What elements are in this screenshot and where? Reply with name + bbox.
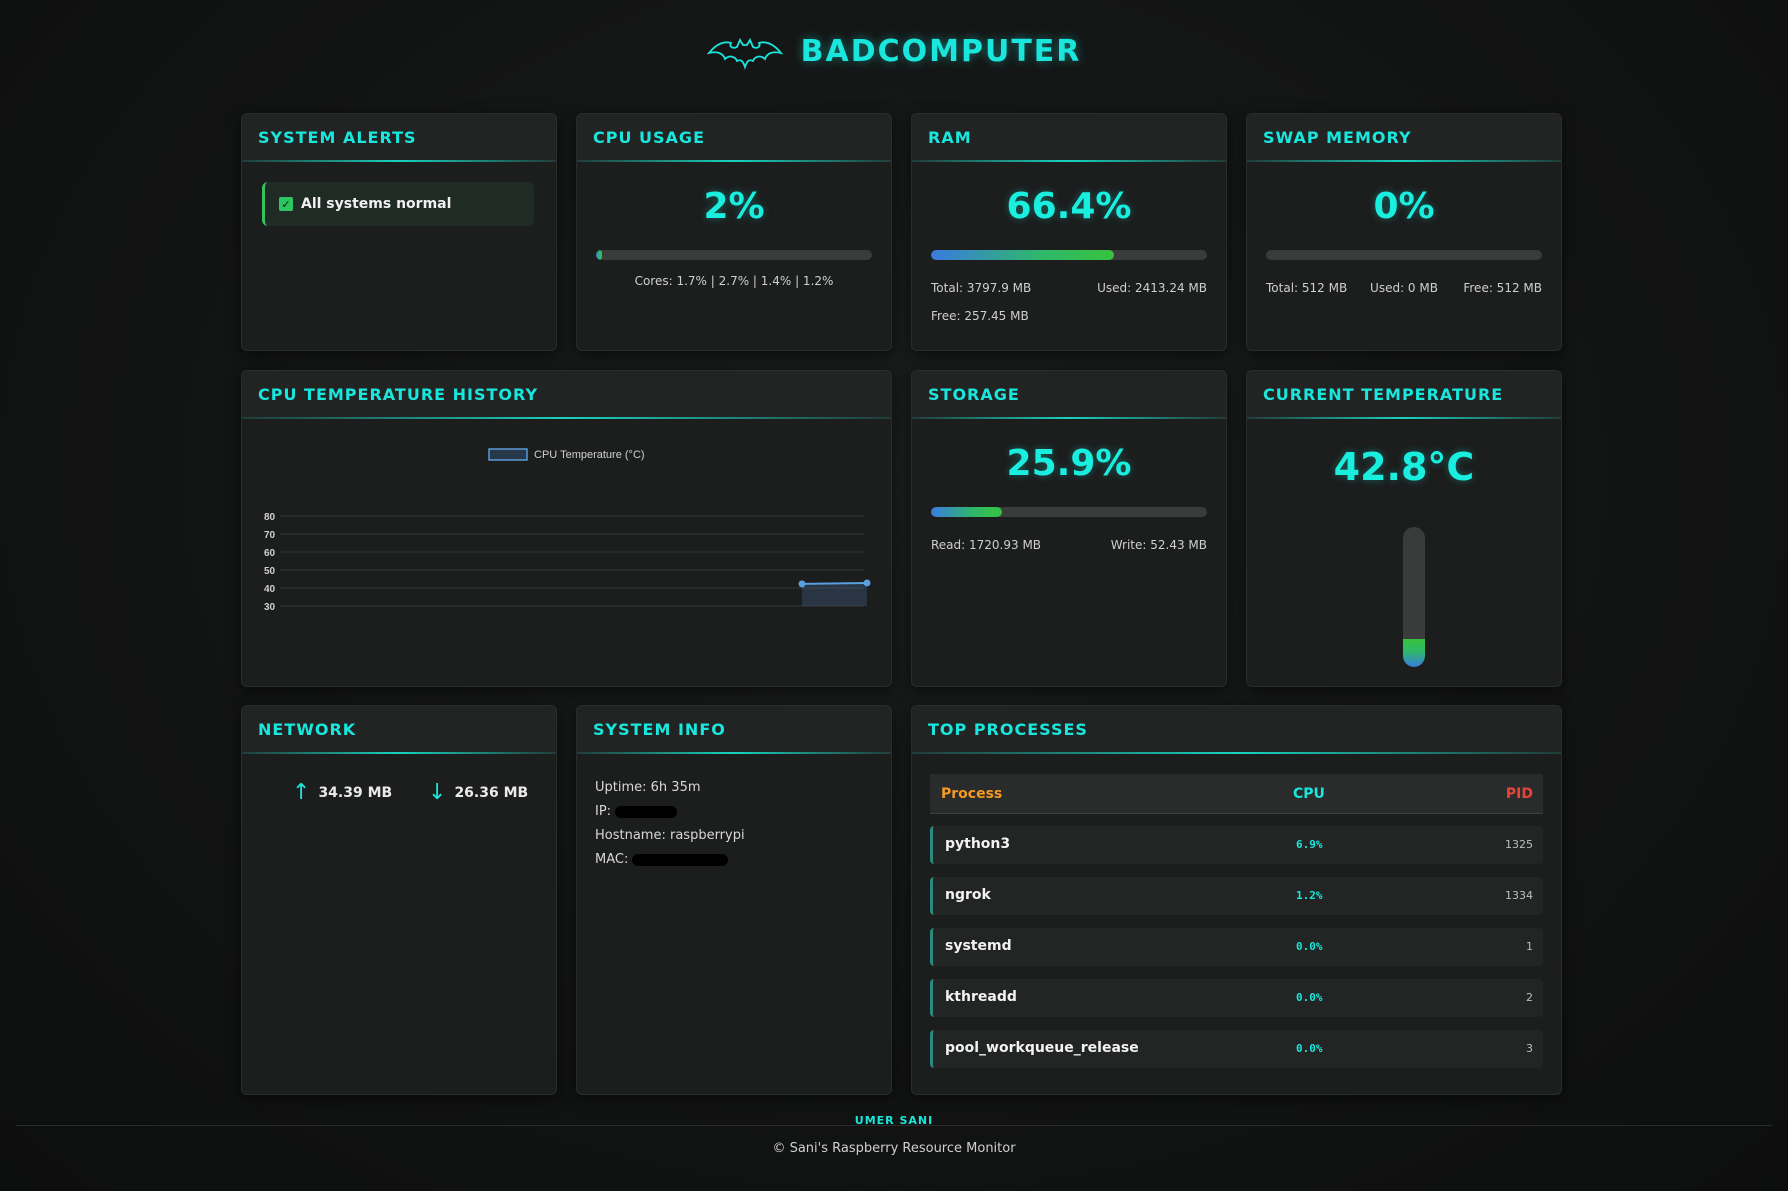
data-point bbox=[798, 580, 806, 588]
card-title: NETWORK bbox=[258, 719, 357, 739]
current-temperature-card: CURRENT TEMPERATURE 42.8°C bbox=[1246, 370, 1562, 687]
card-title: RAM bbox=[928, 127, 972, 147]
card-title: CPU TEMPERATURE HISTORY bbox=[258, 384, 539, 404]
ram-card: RAM 66.4% Total: 3797.9 MB Used: 2413.24… bbox=[911, 113, 1227, 351]
arrow-down-icon: ↓ bbox=[428, 780, 447, 805]
temperature-value: 42.8°C bbox=[1333, 445, 1475, 489]
ip-label: IP: bbox=[595, 804, 612, 819]
check-icon: ✓ bbox=[279, 197, 293, 211]
swap-progress-bar bbox=[1266, 250, 1542, 260]
process-name: systemd bbox=[945, 938, 1012, 954]
cpu-cores: Cores: 1.7% | 2.7% | 1.4% | 1.2% bbox=[634, 274, 834, 288]
top-processes-card: TOP PROCESSES Process CPU PID python3 6.9… bbox=[911, 705, 1562, 1095]
process-row: pool_workqueue_release 0.0% 3 bbox=[930, 1030, 1543, 1068]
storage-progress-bar bbox=[931, 507, 1207, 517]
upload-value: 34.39 MB bbox=[318, 784, 393, 801]
process-cpu: 0.0% bbox=[1296, 991, 1323, 1004]
card-title: STORAGE bbox=[928, 384, 1020, 404]
arrow-up-icon: ↑ bbox=[292, 780, 311, 805]
process-row: kthreadd 0.0% 2 bbox=[930, 979, 1543, 1017]
process-name: kthreadd bbox=[945, 989, 1017, 1005]
temp-history-chart: CPU Temperature (°C) 80 70 60 50 40 30 bbox=[264, 448, 871, 613]
hostname: Hostname: raspberrypi bbox=[595, 828, 745, 843]
network-card: NETWORK ↑ 34.39 MB ↓ 26.36 MB bbox=[241, 705, 557, 1095]
swap-value: 0% bbox=[1373, 186, 1435, 227]
system-alerts-card: SYSTEM ALERTS ✓ All systems normal bbox=[241, 113, 557, 351]
system-info-card: SYSTEM INFO Uptime: 6h 35m IP: Hostname:… bbox=[576, 705, 892, 1095]
series-line bbox=[801, 581, 868, 585]
process-row: python3 6.9% 1325 bbox=[930, 826, 1543, 864]
card-title: CURRENT TEMPERATURE bbox=[1263, 384, 1504, 404]
download-value: 26.36 MB bbox=[454, 784, 529, 801]
card-title: SYSTEM ALERTS bbox=[258, 127, 417, 147]
process-row: ngrok 1.2% 1334 bbox=[930, 877, 1543, 915]
mac-address: MAC: bbox=[595, 852, 729, 867]
ram-progress-bar bbox=[931, 250, 1207, 260]
y-tick-label: 30 bbox=[264, 602, 276, 613]
column-header-cpu: CPU bbox=[1293, 785, 1325, 802]
process-cpu: 6.9% bbox=[1296, 838, 1323, 851]
footer-divider bbox=[16, 1125, 1772, 1126]
legend-swatch bbox=[488, 448, 528, 461]
process-name: python3 bbox=[945, 836, 1011, 852]
column-header-process: Process bbox=[941, 785, 1003, 802]
card-title: SWAP MEMORY bbox=[1263, 127, 1412, 147]
redacted-ip bbox=[615, 805, 678, 818]
storage-value: 25.9% bbox=[1006, 443, 1132, 484]
process-cpu: 0.0% bbox=[1296, 940, 1323, 953]
cpu-progress-bar bbox=[596, 250, 872, 260]
temp-history-card: CPU TEMPERATURE HISTORY CPU Temperature … bbox=[241, 370, 892, 687]
storage-card: STORAGE 25.9% Read: 1720.93 MB Write: 52… bbox=[911, 370, 1227, 687]
processes-table-header: Process CPU PID bbox=[930, 774, 1543, 814]
ram-free: Free: 257.45 MB bbox=[931, 309, 1029, 323]
process-pid: 1325 bbox=[1505, 838, 1533, 851]
footer-copyright: © Sani's Raspberry Resource Monitor bbox=[772, 1141, 1016, 1156]
process-pid: 3 bbox=[1526, 1042, 1533, 1055]
storage-read: Read: 1720.93 MB bbox=[931, 538, 1042, 552]
process-cpu: 0.0% bbox=[1296, 1042, 1323, 1055]
y-tick-label: 40 bbox=[264, 584, 276, 595]
swap-memory-card: SWAP MEMORY 0% Total: 512 MB Used: 0 MB … bbox=[1246, 113, 1562, 351]
process-row: systemd 0.0% 1 bbox=[930, 928, 1543, 966]
card-title: CPU USAGE bbox=[593, 127, 705, 147]
uptime: Uptime: 6h 35m bbox=[595, 780, 701, 795]
bat-icon bbox=[706, 38, 783, 70]
ram-used: Used: 2413.24 MB bbox=[1097, 281, 1207, 295]
app-header: BADCOMPUTER bbox=[0, 26, 1788, 76]
card-title: SYSTEM INFO bbox=[593, 719, 726, 739]
y-tick-label: 80 bbox=[264, 512, 276, 523]
process-pid: 1334 bbox=[1505, 889, 1533, 902]
cpu-value: 2% bbox=[703, 186, 765, 227]
upload-stat: ↑ 34.39 MB bbox=[292, 780, 392, 805]
ip-address: IP: bbox=[595, 804, 678, 819]
series-area bbox=[802, 582, 867, 606]
thermometer-gauge bbox=[1403, 527, 1425, 667]
process-name: pool_workqueue_release bbox=[945, 1040, 1139, 1056]
process-pid: 2 bbox=[1526, 991, 1533, 1004]
download-stat: ↓ 26.36 MB bbox=[428, 780, 528, 805]
swap-free: Free: 512 MB bbox=[1463, 281, 1542, 295]
legend-label: CPU Temperature (°C) bbox=[534, 449, 645, 461]
alert-message: ✓ All systems normal bbox=[262, 182, 534, 226]
process-pid: 1 bbox=[1526, 940, 1533, 953]
column-header-pid: PID bbox=[1505, 785, 1533, 802]
ram-value: 66.4% bbox=[1006, 186, 1132, 227]
ram-total: Total: 3797.9 MB bbox=[931, 281, 1032, 295]
storage-write: Write: 52.43 MB bbox=[1110, 538, 1207, 552]
data-point bbox=[863, 579, 871, 587]
alert-text: All systems normal bbox=[301, 196, 452, 212]
redacted-mac bbox=[632, 853, 729, 866]
y-tick-label: 60 bbox=[264, 548, 276, 559]
mac-label: MAC: bbox=[595, 852, 629, 867]
card-title: TOP PROCESSES bbox=[928, 719, 1088, 739]
y-tick-label: 70 bbox=[264, 530, 276, 541]
process-name: ngrok bbox=[945, 887, 991, 903]
y-tick-label: 50 bbox=[264, 566, 276, 577]
process-cpu: 1.2% bbox=[1296, 889, 1323, 902]
cpu-usage-card: CPU USAGE 2% Cores: 1.7% | 2.7% | 1.4% |… bbox=[576, 113, 892, 351]
app-title: BADCOMPUTER bbox=[800, 33, 1082, 69]
